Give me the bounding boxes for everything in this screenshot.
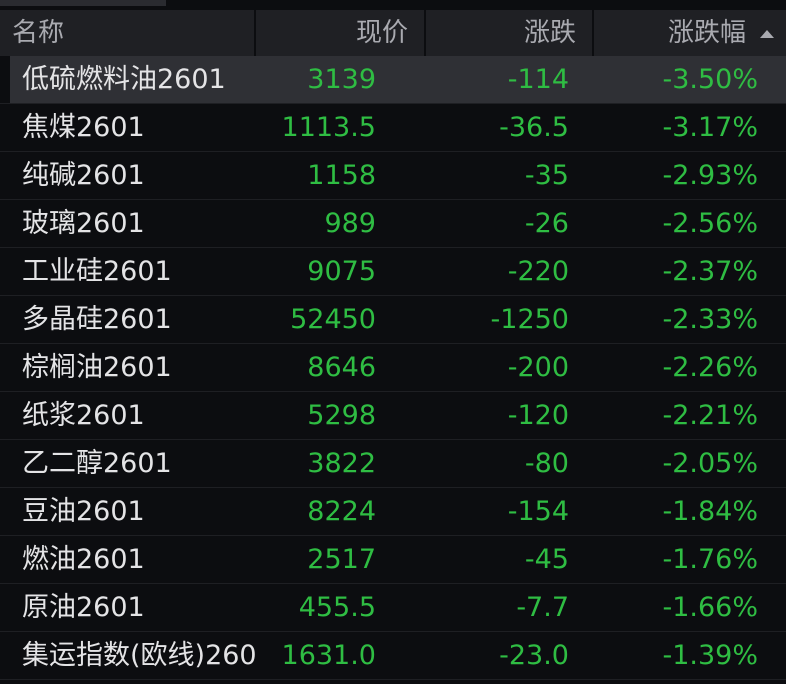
last-price: 3139: [307, 64, 376, 95]
price-change: -220: [507, 256, 569, 287]
change-percent: -3.50%: [662, 64, 758, 95]
change-percent: -2.37%: [662, 256, 758, 287]
table-row[interactable]: 低硫燃料油2601 3139 -114 -3.50%: [0, 56, 786, 104]
column-header-name[interactable]: 名称: [0, 10, 256, 56]
last-price: 1158: [307, 160, 376, 191]
change-percent: -2.33%: [662, 304, 758, 335]
change-percent: -2.05%: [662, 448, 758, 479]
table-row[interactable]: 纸浆2601 5298 -120 -2.21%: [0, 392, 786, 440]
price-change: -80: [524, 448, 569, 479]
change-percent: -1.76%: [662, 544, 758, 575]
table-row[interactable]: 豆油2601 8224 -154 -1.84%: [0, 488, 786, 536]
contract-name: 乙二醇2601: [22, 448, 172, 479]
contract-name: 集运指数(欧线)2601: [22, 640, 256, 671]
price-change: -23.0: [499, 640, 569, 671]
table-row[interactable]: 多晶硅2601 52450 -1250 -2.33%: [0, 296, 786, 344]
change-percent: -2.21%: [662, 400, 758, 431]
table-row[interactable]: 焦煤2601 1113.5 -36.5 -3.17%: [0, 104, 786, 152]
table-header: 名称 现价 涨跌 涨跌幅: [0, 10, 786, 56]
price-change: -1250: [490, 304, 569, 335]
change-percent: -2.93%: [662, 160, 758, 191]
column-header-change-percent[interactable]: 涨跌幅: [594, 10, 786, 56]
contract-name: 原油2601: [22, 592, 145, 623]
table-row[interactable]: 原油2601 455.5 -7.7 -1.66%: [0, 584, 786, 632]
last-price: 3822: [307, 448, 376, 479]
table-row[interactable]: 工业硅2601 9075 -220 -2.37%: [0, 248, 786, 296]
contract-name: 纯碱2601: [22, 160, 145, 191]
price-change: -45: [524, 544, 569, 575]
change-percent: -3.17%: [662, 112, 758, 143]
last-price: 8646: [307, 352, 376, 383]
table-row[interactable]: 玻璃2601 989 -26 -2.56%: [0, 200, 786, 248]
price-change: -35: [524, 160, 569, 191]
last-price: 2517: [307, 544, 376, 575]
last-price: 455.5: [298, 592, 376, 623]
price-change: -7.7: [516, 592, 569, 623]
change-percent: -2.26%: [662, 352, 758, 383]
sort-ascending-icon: [760, 30, 774, 38]
column-header-change-percent-label: 涨跌幅: [667, 18, 746, 48]
last-price: 989: [324, 208, 376, 239]
change-percent: -2.56%: [662, 208, 758, 239]
table-row[interactable]: 乙二醇2601 3822 -80 -2.05%: [0, 440, 786, 488]
last-price: 8224: [307, 496, 376, 527]
column-header-price[interactable]: 现价: [256, 10, 426, 56]
table-row[interactable]: 棕榈油2601 8646 -200 -2.26%: [0, 344, 786, 392]
change-percent: -1.84%: [662, 496, 758, 527]
contract-name: 焦煤2601: [22, 112, 145, 143]
price-change: -114: [507, 64, 569, 95]
last-price: 1113.5: [281, 112, 376, 143]
contract-name: 豆油2601: [22, 496, 145, 527]
contract-name: 多晶硅2601: [22, 304, 172, 335]
price-change: -200: [507, 352, 569, 383]
contract-name: 工业硅2601: [22, 256, 172, 287]
column-header-change[interactable]: 涨跌: [426, 10, 594, 56]
price-change: -154: [507, 496, 569, 527]
quote-rows: 低硫燃料油2601 3139 -114 -3.50% 焦煤2601 1113.5 -36.5…: [0, 56, 786, 680]
last-price: 52450: [290, 304, 376, 335]
contract-name: 棕榈油2601: [22, 352, 172, 383]
last-price: 9075: [307, 256, 376, 287]
contract-name: 玻璃2601: [22, 208, 145, 239]
top-tab-strip: [0, 0, 786, 6]
futures-quote-list: 名称 现价 涨跌 涨跌幅 低硫燃料油2601 3139 -114 -3.50% 焦煤26…: [0, 0, 786, 684]
table-row[interactable]: 集运指数(欧线)2601 1631.0 -23.0 -1.39%: [0, 632, 786, 680]
price-change: -120: [507, 400, 569, 431]
change-percent: -1.66%: [662, 592, 758, 623]
contract-name: 燃油2601: [22, 544, 145, 575]
price-change: -36.5: [499, 112, 569, 143]
active-tab-indicator[interactable]: [0, 0, 166, 6]
table-row[interactable]: 纯碱2601 1158 -35 -2.93%: [0, 152, 786, 200]
change-percent: -1.39%: [662, 640, 758, 671]
table-row[interactable]: 燃油2601 2517 -45 -1.76%: [0, 536, 786, 584]
last-price: 1631.0: [281, 640, 376, 671]
last-price: 5298: [307, 400, 376, 431]
contract-name: 纸浆2601: [22, 400, 145, 431]
contract-name: 低硫燃料油2601: [22, 64, 226, 95]
price-change: -26: [524, 208, 569, 239]
